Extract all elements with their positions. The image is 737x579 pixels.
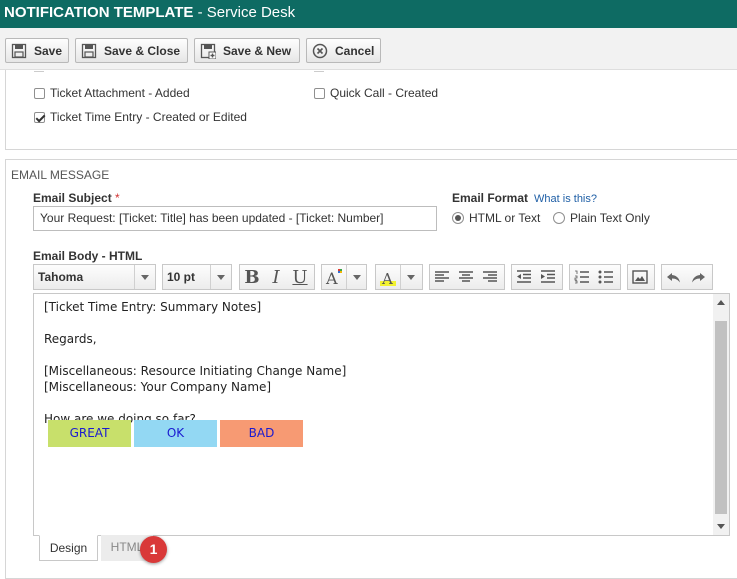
- plain-text-only-radio[interactable]: Plain Text Only: [553, 211, 650, 225]
- email-body-editor[interactable]: [Ticket Time Entry: Summary Notes] Regar…: [33, 293, 730, 536]
- font-color-icon[interactable]: A: [322, 265, 346, 289]
- bold-icon[interactable]: B: [240, 265, 264, 289]
- html-or-text-label: HTML or Text: [469, 211, 541, 225]
- highlight-color-icon[interactable]: A: [376, 265, 400, 289]
- text-style-group: B I U: [239, 264, 315, 290]
- page-subtitle: - Service Desk: [193, 4, 296, 21]
- insert-image-icon[interactable]: [628, 265, 652, 289]
- floppy-disk-icon: [11, 43, 27, 58]
- body-line: Regards,: [44, 332, 97, 346]
- bad-survey-button[interactable]: BAD: [220, 420, 303, 447]
- step-number-badge: 1: [140, 536, 167, 563]
- editor-content[interactable]: [Ticket Time Entry: Summary Notes] Regar…: [44, 299, 346, 427]
- radio-selected[interactable]: [452, 212, 464, 224]
- svg-text:A: A: [381, 270, 393, 287]
- vertical-scrollbar[interactable]: [713, 294, 729, 535]
- alignment-group: [429, 264, 505, 290]
- numbered-list-icon[interactable]: [570, 265, 594, 289]
- cancel-label: Cancel: [335, 43, 375, 58]
- chevron-down-icon[interactable]: [346, 265, 366, 289]
- align-left-icon[interactable]: [430, 265, 454, 289]
- ok-survey-button[interactable]: OK: [134, 420, 217, 447]
- save-button[interactable]: Save: [5, 38, 69, 63]
- list-group: [569, 264, 621, 290]
- email-subject-label: Email Subject *: [33, 191, 120, 205]
- scroll-down-arrow-icon[interactable]: [717, 524, 725, 529]
- ticket-attachment-label: Ticket Attachment - Added: [50, 86, 190, 100]
- highlight-group: A: [375, 264, 423, 290]
- email-body-label: Email Body - HTML: [33, 249, 143, 263]
- body-line: [44, 315, 346, 331]
- floppy-disk-icon: [81, 43, 97, 58]
- font-color-group: A: [321, 264, 367, 290]
- save-and-new-label: Save & New: [223, 43, 292, 58]
- email-subject-label-text: Email Subject: [33, 191, 112, 205]
- email-subject-input[interactable]: Your Request: [Ticket: Title] has been u…: [33, 206, 437, 231]
- align-right-icon[interactable]: [478, 265, 502, 289]
- page-title: NOTIFICATION TEMPLATE: [4, 4, 194, 21]
- body-line: [44, 395, 346, 411]
- editor-toolbar: Tahoma 10 pt B I U A A: [33, 264, 719, 291]
- bulleted-list-icon[interactable]: [594, 265, 618, 289]
- cropped-checkbox-edge: [34, 71, 44, 72]
- font-size-select[interactable]: 10 pt: [162, 264, 232, 290]
- window-title-bar: NOTIFICATION TEMPLATE - Service Desk: [0, 0, 737, 28]
- ticket-time-entry-label: Ticket Time Entry - Created or Edited: [50, 110, 247, 124]
- body-line: [Miscellaneous: Resource Initiating Chan…: [44, 364, 347, 378]
- radio-unselected[interactable]: [553, 212, 565, 224]
- font-family-value: Tahoma: [38, 270, 84, 284]
- section-title: EMAIL MESSAGE: [11, 168, 110, 182]
- save-and-new-button[interactable]: Save & New: [194, 38, 300, 63]
- tab-design[interactable]: Design: [39, 535, 98, 561]
- redo-icon[interactable]: [686, 265, 710, 289]
- save-and-close-label: Save & Close: [104, 43, 181, 58]
- indent-icon[interactable]: [536, 265, 560, 289]
- save-and-close-button[interactable]: Save & Close: [75, 38, 188, 63]
- align-center-icon[interactable]: [454, 265, 478, 289]
- history-group: [661, 264, 713, 290]
- floppy-disk-plus-icon: [200, 43, 216, 59]
- great-survey-button[interactable]: GREAT: [48, 420, 131, 447]
- save-label: Save: [34, 43, 63, 58]
- undo-icon[interactable]: [662, 265, 686, 289]
- plain-text-only-label: Plain Text Only: [570, 211, 650, 225]
- quick-call-label: Quick Call - Created: [330, 86, 439, 100]
- email-format-label: Email Format What is this?: [452, 191, 597, 205]
- checkbox-box-checked[interactable]: [34, 111, 45, 123]
- chevron-down-icon[interactable]: [400, 265, 420, 289]
- cancel-button[interactable]: Cancel: [306, 38, 381, 63]
- svg-text:A: A: [325, 269, 338, 287]
- scroll-up-arrow-icon[interactable]: [717, 300, 725, 305]
- italic-icon[interactable]: I: [264, 265, 288, 289]
- indent-group: [511, 264, 563, 290]
- email-format-label-text: Email Format: [452, 191, 529, 205]
- checkbox-box[interactable]: [314, 87, 325, 99]
- body-line: [44, 347, 346, 363]
- cropped-checkbox-edge: [314, 71, 324, 72]
- chevron-down-icon[interactable]: [210, 265, 231, 289]
- cancel-circle-icon: [312, 43, 328, 58]
- action-toolbar: Save Save & Close Save & New Cancel: [0, 28, 737, 70]
- checkbox-box[interactable]: [34, 87, 45, 99]
- font-family-select[interactable]: Tahoma: [33, 264, 156, 290]
- ticket-attachment-checkbox[interactable]: Ticket Attachment - Added: [34, 85, 190, 101]
- ticket-time-entry-checkbox[interactable]: Ticket Time Entry - Created or Edited: [34, 109, 247, 125]
- body-line: [Miscellaneous: Your Company Name]: [44, 380, 272, 394]
- required-marker: *: [115, 191, 120, 205]
- font-size-value: 10 pt: [167, 270, 196, 284]
- body-line: [Ticket Time Entry: Summary Notes]: [44, 300, 262, 314]
- scrollbar-thumb[interactable]: [715, 321, 727, 514]
- what-is-this-link[interactable]: What is this?: [534, 193, 597, 205]
- chevron-down-icon[interactable]: [134, 265, 155, 289]
- outdent-icon[interactable]: [512, 265, 536, 289]
- html-or-text-radio[interactable]: HTML or Text: [452, 211, 540, 225]
- image-group: [627, 264, 655, 290]
- quick-call-checkbox[interactable]: Quick Call - Created: [314, 85, 438, 101]
- underline-icon[interactable]: U: [288, 265, 312, 289]
